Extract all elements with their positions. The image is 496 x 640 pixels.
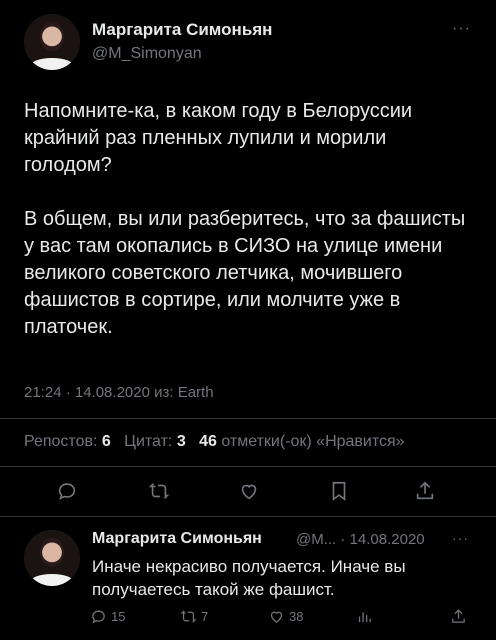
reply-author-name[interactable]: Маргарита Симоньян	[92, 530, 262, 548]
reply-icon	[92, 610, 105, 624]
reply-more-options-button[interactable]: ···	[452, 530, 469, 546]
share-icon	[452, 609, 465, 623]
bookmark-icon	[332, 481, 346, 501]
author-avatar[interactable]	[24, 14, 80, 70]
more-options-button[interactable]: ···	[452, 20, 471, 38]
reply-icon	[58, 483, 76, 500]
like-icon	[241, 484, 257, 500]
reply-replies-count: 15	[111, 609, 126, 624]
reply-retweets-count: 7	[201, 609, 209, 624]
views-icon	[358, 612, 371, 623]
author-name[interactable]: Маргарита Симоньян	[92, 20, 272, 40]
share-icon	[416, 481, 434, 500]
likes-label[interactable]: отметки(-ок) «Нравится»	[221, 433, 404, 450]
reply-text: Иначе некрасиво получается. Иначе вы пол…	[92, 557, 406, 599]
divider	[0, 466, 496, 467]
tweet-stats: Репостов: 6 Цитат: 3 46 отметки(-ок) «Нр…	[24, 433, 405, 451]
retweet-button[interactable]	[146, 478, 172, 504]
reposts-label[interactable]: Репостов:	[24, 433, 97, 450]
reply-handle-date[interactable]: @M... · 14.08.2020	[296, 531, 425, 548]
likes-count[interactable]: 46	[199, 433, 217, 450]
tweet-actions	[0, 478, 496, 504]
reply-reply-button[interactable]: 15	[90, 608, 125, 625]
reply-likes-count: 38	[289, 609, 304, 624]
divider	[0, 516, 496, 517]
bookmark-button[interactable]	[326, 478, 352, 504]
like-icon	[270, 611, 283, 623]
reply-button[interactable]	[54, 478, 80, 504]
author-handle[interactable]: @M_Simonyan	[92, 45, 202, 63]
divider	[0, 418, 496, 419]
reposts-count[interactable]: 6	[102, 433, 111, 450]
share-button[interactable]	[412, 478, 438, 504]
retweet-icon	[148, 483, 170, 499]
tweet-text: Напомните-ка, в каком году в Белоруссии …	[24, 100, 466, 338]
reply-views-button[interactable]	[356, 608, 373, 625]
reply-author-avatar[interactable]	[24, 530, 80, 586]
retweet-icon	[180, 610, 197, 623]
quotes-label[interactable]: Цитат:	[124, 433, 172, 450]
reply-retweet-button[interactable]: 7	[180, 608, 208, 625]
reply-share-button[interactable]	[450, 608, 467, 625]
quotes-count[interactable]: 3	[177, 433, 186, 450]
like-button[interactable]	[236, 478, 262, 504]
tweet-timestamp[interactable]: 21:24 · 14.08.2020 из: Earth	[24, 384, 214, 401]
reply-actions: 15 7 38	[0, 608, 496, 630]
reply-like-button[interactable]: 38	[268, 608, 303, 625]
